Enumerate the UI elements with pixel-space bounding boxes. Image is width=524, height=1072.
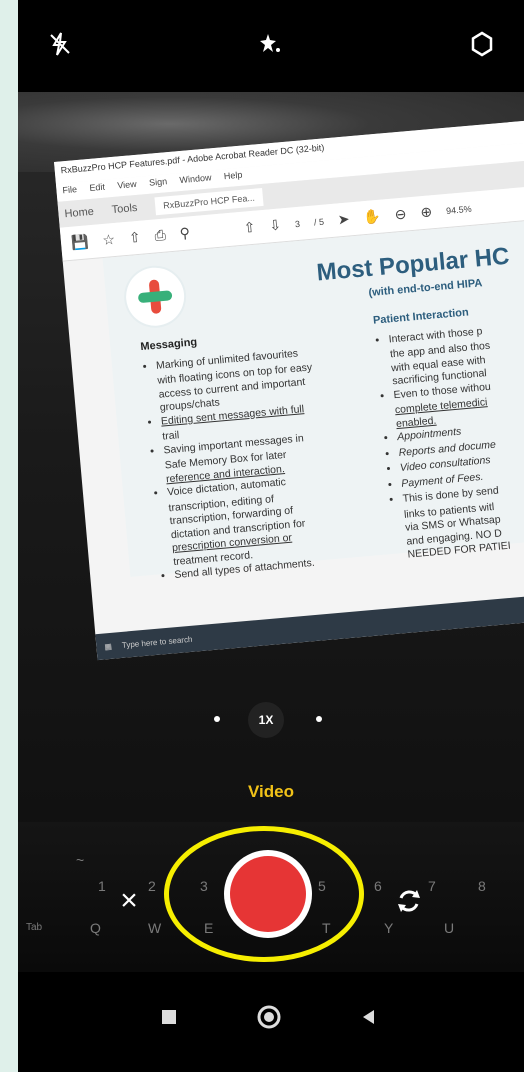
page-down-icon: ⇩	[268, 216, 282, 234]
patient-list: Interact with those p the app and also t…	[374, 315, 524, 563]
acrobat-window: RxBuzzPro HCP Features.pdf - Adobe Acrob…	[54, 116, 524, 661]
top-bar	[18, 0, 524, 92]
close-icon[interactable]: ×	[114, 886, 144, 916]
patient-column: Patient Interaction Interact with those …	[373, 296, 524, 564]
pdf-page: Most Popular HC (with end-to-end HIPA Me…	[102, 216, 524, 581]
menu-window: Window	[179, 172, 212, 186]
zoom-selector: 1X	[18, 694, 524, 744]
windows-start-icon: ▦	[104, 641, 113, 651]
zoom-dot-left[interactable]	[214, 716, 220, 722]
flash-off-icon[interactable]	[46, 30, 74, 58]
page-up-icon: ⇧	[242, 218, 257, 236]
zoom-in-icon: ⊕	[419, 203, 433, 221]
messaging-column: Messaging Marking of unlimited favourite…	[140, 324, 361, 586]
hand-icon: ✋	[362, 207, 382, 226]
zoom-button[interactable]: 1X	[248, 702, 284, 738]
captured-monitor: RxBuzzPro HCP Features.pdf - Adobe Acrob…	[54, 116, 524, 680]
zoom-out-icon: ⊖	[394, 205, 408, 223]
switch-camera-icon[interactable]	[394, 886, 424, 916]
record-dot	[230, 856, 306, 932]
tab-home: Home	[64, 205, 95, 221]
camera-app: RxBuzzPro HCP Features.pdf - Adobe Acrob…	[18, 0, 524, 1072]
page-current: 3	[294, 218, 301, 229]
cursor-icon: ➤	[337, 210, 351, 228]
record-button[interactable]	[224, 850, 312, 938]
settings-icon[interactable]	[468, 30, 496, 58]
effects-icon[interactable]	[256, 30, 284, 58]
taskbar-search: Type here to search	[121, 634, 193, 650]
android-nav-bar	[18, 972, 524, 1072]
print-icon: ⎙	[153, 226, 167, 244]
menu-sign: Sign	[148, 176, 168, 188]
upload-icon: ⇧	[128, 228, 142, 246]
camera-viewfinder[interactable]: RxBuzzPro HCP Features.pdf - Adobe Acrob…	[18, 92, 524, 972]
windows-taskbar: ▦ Type here to search	[95, 588, 524, 661]
messaging-list: Marking of unlimited favourites with flo…	[142, 343, 361, 584]
back-icon[interactable]	[356, 1004, 382, 1030]
search-icon: ⚲	[178, 224, 191, 242]
menu-file: File	[62, 184, 78, 196]
menu-view: View	[116, 178, 138, 191]
zoom-dot-right[interactable]	[316, 716, 322, 722]
page-total: / 5	[313, 216, 325, 228]
save-icon: 💾	[70, 233, 90, 251]
rxbuzz-logo	[123, 265, 187, 329]
mode-label[interactable]: Video	[18, 782, 524, 802]
recents-icon[interactable]	[156, 1004, 182, 1030]
menu-edit: Edit	[88, 181, 106, 193]
zoom-level: 94.5%	[445, 203, 472, 216]
menu-help: Help	[223, 169, 243, 182]
tab-tools: Tools	[111, 201, 138, 217]
star-icon: ☆	[101, 231, 116, 249]
home-icon[interactable]	[256, 1004, 282, 1030]
